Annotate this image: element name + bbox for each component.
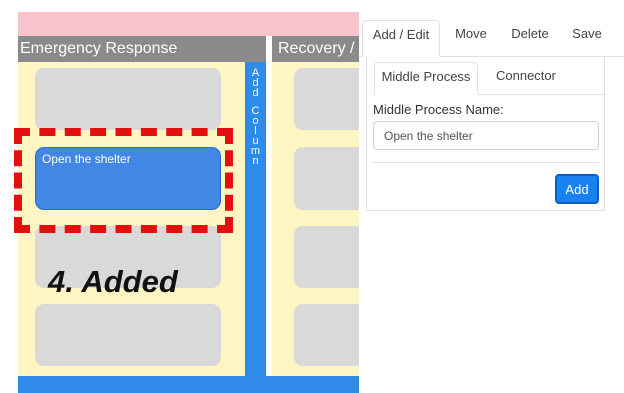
tab-add-edit[interactable]: Add / Edit [362, 20, 440, 57]
add-column-button[interactable]: A d d C o l u m n [245, 62, 266, 376]
middle-process-name-label: Middle Process Name: [373, 102, 504, 117]
edit-panel: Add / Edit Move Delete Save Middle Proce… [359, 12, 624, 393]
annotation-label: 4. Added [48, 264, 178, 299]
process-card[interactable] [35, 304, 221, 366]
process-card[interactable] [35, 68, 221, 130]
tab-move[interactable]: Move [449, 20, 493, 56]
board-canvas: Emergency Response Open the shelter A d … [0, 0, 624, 393]
board-top-bar [18, 12, 364, 36]
column-body-recovery [272, 62, 374, 376]
add-column-letter: d [252, 87, 259, 99]
middle-process-name-input[interactable] [373, 121, 599, 150]
subtab-middle-process[interactable]: Middle Process [374, 62, 478, 95]
board-bottom-bar [18, 376, 364, 393]
panel-divider [373, 162, 599, 163]
panel-content: Middle Process Connector Middle Process … [366, 56, 606, 211]
highlight-box [14, 128, 233, 233]
tab-save[interactable]: Save [567, 20, 607, 56]
panel-subtabs: Middle Process Connector [374, 60, 606, 95]
column-header-emergency-response[interactable]: Emergency Response [18, 36, 266, 62]
subtab-connector[interactable]: Connector [486, 62, 566, 95]
add-column-letter: n [252, 155, 259, 167]
column-header-recovery[interactable]: Recovery / [272, 36, 364, 62]
panel-tabs: Add / Edit Move Delete Save [359, 20, 624, 57]
add-button[interactable]: Add [555, 174, 599, 204]
tab-delete[interactable]: Delete [505, 20, 555, 56]
